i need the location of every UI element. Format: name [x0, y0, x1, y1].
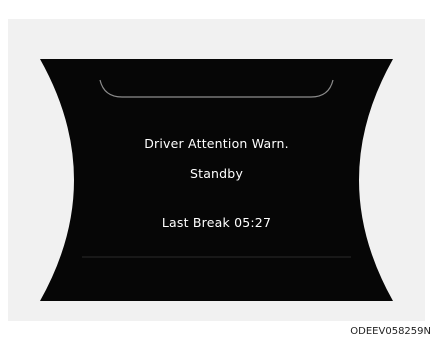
warning-title: Driver Attention Warn. — [144, 136, 289, 151]
last-break-text: Last Break 05:27 — [161, 215, 272, 230]
figure-code: ODEEV058259N — [350, 326, 431, 337]
status-text: Standby — [189, 166, 244, 181]
